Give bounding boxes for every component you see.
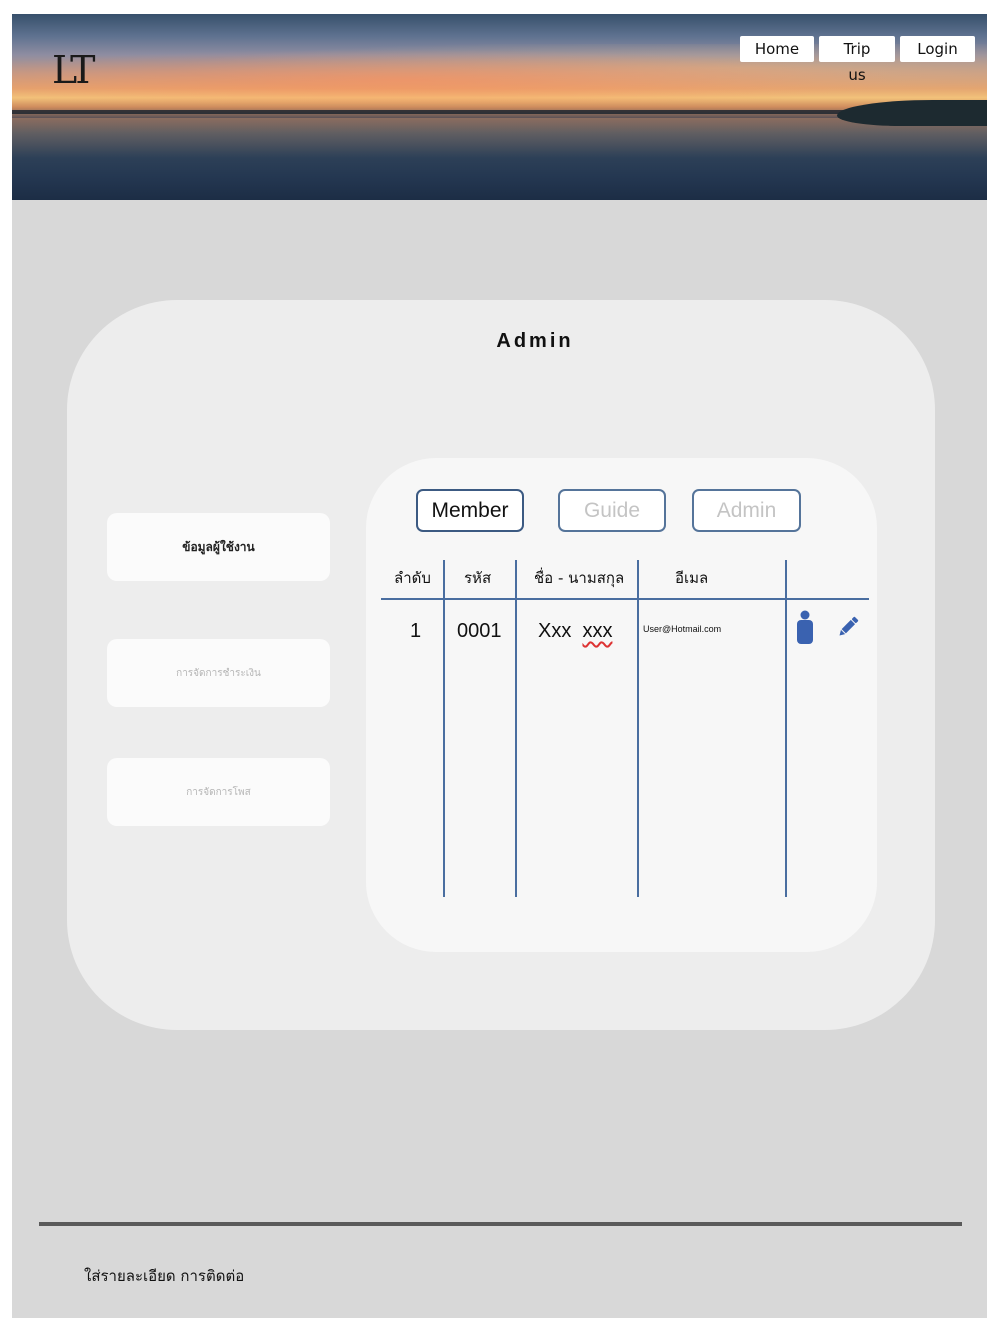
column-header-name: ชื่อ - นามสกุล bbox=[534, 569, 625, 587]
page-frame: LT Home Trip us Login Admin ข้อมูลผู้ใช้… bbox=[12, 14, 987, 1318]
cell-email: User@Hotmail.com bbox=[643, 624, 722, 634]
footer-divider bbox=[39, 1222, 962, 1226]
nav-trip-us-button[interactable]: Trip us bbox=[819, 36, 895, 84]
table-column-divider bbox=[443, 560, 445, 897]
nav-login-button[interactable]: Login bbox=[900, 36, 975, 62]
tab-guide[interactable]: Guide bbox=[558, 489, 666, 532]
cell-name: Xxx xxx bbox=[538, 620, 612, 643]
page-title: Admin bbox=[496, 330, 574, 352]
admin-card: Admin ข้อมูลผู้ใช้งาน การจัดการชำระเงิน … bbox=[67, 300, 935, 1030]
member-table-panel: Member Guide Admin ลำดับ รหัส ชื่อ - นาม… bbox=[366, 458, 877, 952]
sidebar-payment-button[interactable]: การจัดการชำระเงิน bbox=[107, 639, 330, 707]
column-header-code: รหัส bbox=[464, 569, 492, 587]
tab-member[interactable]: Member bbox=[416, 489, 524, 532]
table-column-divider bbox=[637, 560, 639, 897]
cell-index: 1 bbox=[410, 620, 422, 642]
table-column-divider bbox=[785, 560, 787, 897]
column-header-email: อีเมล bbox=[675, 569, 709, 587]
cell-code: 0001 bbox=[457, 620, 502, 642]
table-column-divider bbox=[515, 560, 517, 897]
hero-banner-image: LT Home Trip us Login bbox=[12, 14, 987, 200]
top-nav: Home Trip us Login bbox=[740, 36, 975, 84]
cell-name-last: xxx bbox=[582, 620, 613, 642]
sidebar-user-info-button[interactable]: ข้อมูลผู้ใช้งาน bbox=[107, 513, 330, 581]
edit-pencil-icon[interactable] bbox=[835, 614, 861, 640]
sidebar-post-button[interactable]: การจัดการโพส bbox=[107, 758, 330, 826]
cell-name-first: Xxx bbox=[538, 620, 572, 642]
column-header-index: ลำดับ bbox=[394, 569, 431, 587]
footer-contact-text: ใส่รายละเอียด การติดต่อ bbox=[84, 1267, 245, 1285]
nav-home-button[interactable]: Home bbox=[740, 36, 814, 62]
site-logo[interactable]: LT bbox=[52, 48, 96, 92]
table-header-divider bbox=[381, 598, 869, 600]
user-icon[interactable] bbox=[796, 610, 814, 644]
tab-admin[interactable]: Admin bbox=[692, 489, 801, 532]
